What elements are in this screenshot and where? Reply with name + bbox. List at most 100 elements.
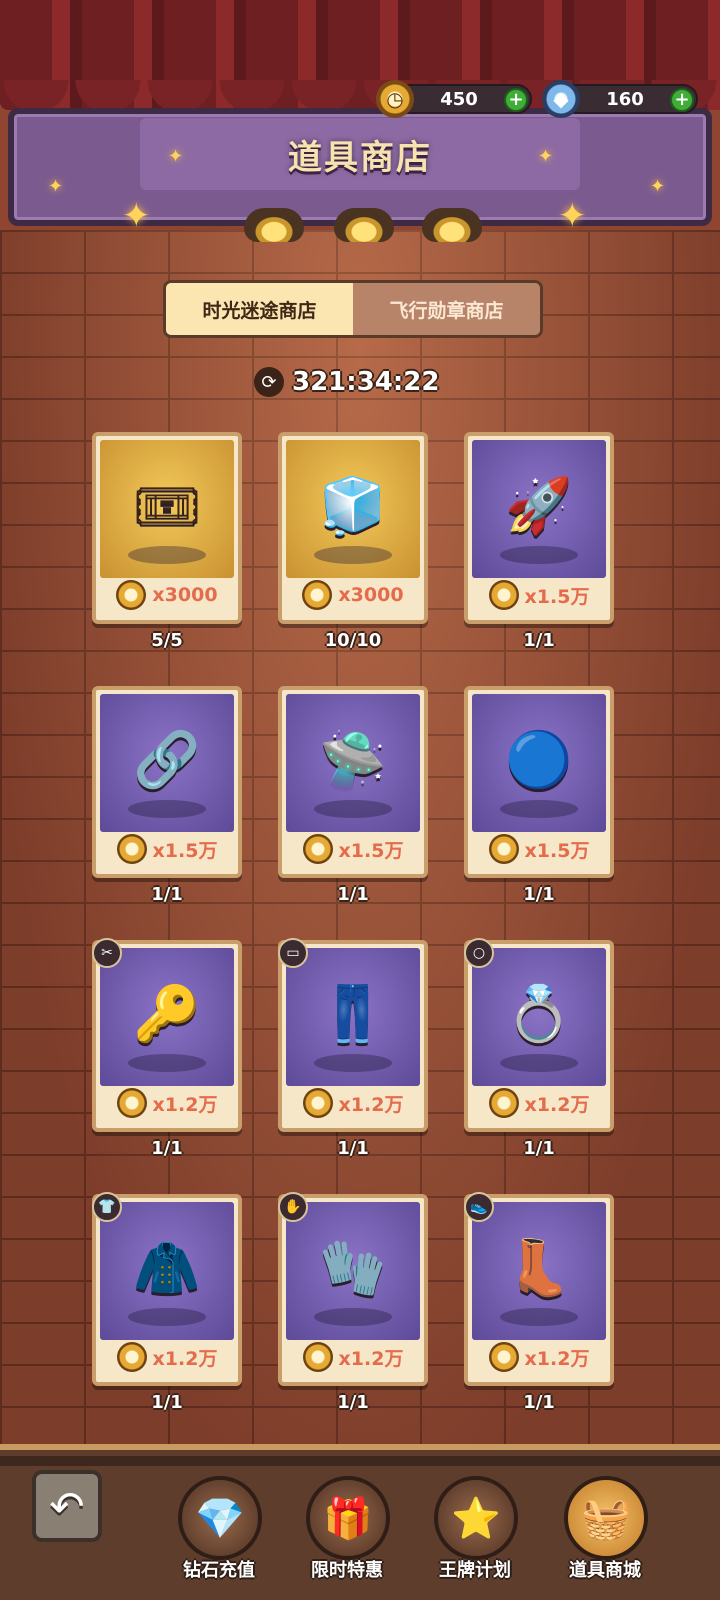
stopwatch-coin-icon (488, 1342, 519, 1372)
stopwatch-coin-icon (116, 1088, 147, 1118)
add-coins-button[interactable]: + (504, 88, 528, 112)
item-price: x1.5万 (286, 828, 420, 870)
stock-count: 1/1 (523, 884, 555, 905)
item-card: 👖 x1.2万 (278, 940, 428, 1132)
item-card: 🔗 x1.5万 (92, 686, 242, 878)
nav-ace-plan[interactable]: ⭐ 王牌计划 (420, 1476, 530, 1594)
stopwatch-coin-icon (302, 1088, 333, 1118)
stock-count: 5/5 (151, 630, 183, 651)
stopwatch-coin-icon (488, 1088, 519, 1118)
nav-item-mall[interactable]: 🧺 道具商城 (550, 1476, 660, 1594)
item-image: 🔑 (133, 982, 201, 1045)
nav-diamond-recharge[interactable]: 💎 钻石充值 (164, 1476, 274, 1594)
nav-limited-offer[interactable]: 🎁 限时特惠 (292, 1476, 402, 1594)
item-image: 🧥 (133, 1236, 201, 1299)
item-card: 💍 x1.2万 (464, 940, 614, 1132)
nav-label: 限时特惠 (311, 1560, 383, 1581)
price-value: x1.2万 (338, 1093, 404, 1116)
stopwatch-coin-icon (302, 834, 333, 864)
item-price: x1.2万 (472, 1336, 606, 1378)
stock-count: 1/1 (337, 1392, 369, 1413)
shop-tabs: 时光迷途商店 飞行勋章商店 (163, 280, 543, 338)
stock-count: 1/1 (151, 1392, 183, 1413)
item-price: x1.5万 (100, 828, 234, 870)
gem-amount: 160 (606, 89, 644, 110)
tab-time-shop[interactable]: 时光迷途商店 (166, 283, 353, 335)
stock-count: 1/1 (523, 1138, 555, 1159)
item-image: 🛸 (319, 728, 387, 791)
shop-item-golden-pants[interactable]: 👖 x1.2万 ▭ 1/1 (278, 938, 428, 1170)
nav-label: 道具商城 (569, 1560, 641, 1581)
star-badge-icon: ⭐ (434, 1476, 518, 1560)
stopwatch-coin-icon (488, 834, 519, 864)
back-button[interactable]: ↶ (32, 1470, 102, 1542)
shop-item-engine-part[interactable]: 🛸 x1.5万 1/1 (278, 686, 428, 916)
stopwatch-coin-icon: ◷ (376, 80, 414, 118)
diamond-chest-icon: 💎 (178, 1476, 262, 1560)
price-value: x1.2万 (338, 1347, 404, 1370)
item-image: 🧤 (319, 1236, 387, 1299)
price-value: x3000 (152, 584, 218, 606)
nav-label: 王牌计划 (439, 1560, 511, 1581)
tab-medal-shop[interactable]: 飞行勋章商店 (353, 283, 540, 335)
star-decoration-icon: ✦ (650, 176, 666, 197)
stock-count: 1/1 (337, 1138, 369, 1159)
stopwatch-coin-icon (302, 1342, 333, 1372)
item-price: x1.2万 (286, 1336, 420, 1378)
stopwatch-coin-icon (488, 580, 519, 610)
item-image: 💍 (505, 982, 573, 1045)
item-card: 🎟 x3000 (92, 432, 242, 624)
price-value: x1.5万 (338, 839, 404, 862)
item-image: 👢 (505, 1236, 573, 1299)
diamond-icon: ◆ (542, 80, 580, 118)
item-card: 🔵 x1.5万 (464, 686, 614, 878)
price-value: x1.2万 (152, 1347, 218, 1370)
price-value: x1.5万 (524, 839, 590, 862)
stock-count: 1/1 (523, 630, 555, 651)
shop-item-gem-scepter[interactable]: 🔑 x1.2万 ✂ 1/1 (92, 938, 242, 1170)
shop-item-sphere-part[interactable]: 🔵 x1.5万 1/1 (464, 686, 614, 916)
item-price: x1.2万 (100, 1082, 234, 1124)
stage-lamp (422, 208, 482, 242)
equipment-slot-icon: 👕 (92, 1192, 122, 1222)
coin-balance: ◷ 450 + (376, 80, 532, 118)
price-value: x3000 (338, 584, 404, 606)
item-price: x1.2万 (286, 1082, 420, 1124)
equipment-slot-icon: ○ (464, 938, 494, 968)
item-price: x3000 (286, 574, 420, 616)
shop-item-diamond-ring[interactable]: 💍 x1.2万 ○ 1/1 (464, 938, 614, 1170)
page-title: 道具商店 (288, 138, 432, 178)
price-value: x1.2万 (524, 1093, 590, 1116)
equipment-slot-icon: 👟 (464, 1192, 494, 1222)
refresh-icon: ⟳ (254, 367, 284, 397)
shop-item-glove[interactable]: 🧤 x1.2万 ✋ 1/1 (278, 1192, 428, 1424)
stage-lamp (334, 208, 394, 242)
item-price: x1.2万 (100, 1336, 234, 1378)
stage-lamp (244, 208, 304, 242)
gem-balance: ◆ 160 + (542, 80, 698, 118)
shop-item-gold-cube[interactable]: 🧊 x3000 10/10 (278, 432, 428, 662)
item-price: x3000 (100, 574, 234, 616)
equipment-slot-icon: ✂ (92, 938, 122, 968)
star-decoration-icon: ✦ (538, 146, 554, 167)
shop-item-winged-boots[interactable]: 👢 x1.2万 👟 1/1 (464, 1192, 614, 1424)
stopwatch-coin-icon (116, 1342, 147, 1372)
item-image: 🎟 (132, 474, 202, 537)
star-decoration-icon: ✦ (558, 196, 587, 236)
add-gems-button[interactable]: + (670, 88, 694, 112)
stock-count: 10/10 (324, 630, 382, 651)
item-price: x1.5万 (472, 828, 606, 870)
item-image: 🔗 (133, 728, 201, 791)
item-card: 🧥 x1.2万 (92, 1194, 242, 1386)
shop-item-ring-part[interactable]: 🔗 x1.5万 1/1 (92, 686, 242, 916)
shop-item-ticket[interactable]: 🎟 x3000 5/5 (92, 432, 242, 662)
price-value: x1.2万 (152, 1093, 218, 1116)
star-decoration-icon: ✦ (48, 176, 64, 197)
shop-item-jacket[interactable]: 🧥 x1.2万 👕 1/1 (92, 1192, 242, 1424)
stopwatch-coin-icon (116, 834, 147, 864)
shop-item-rocket-part[interactable]: 🚀 x1.5万 1/1 (464, 432, 614, 662)
price-value: x1.5万 (524, 585, 590, 608)
item-card: 👢 x1.2万 (464, 1194, 614, 1386)
back-arrow-icon: ↶ (49, 1481, 85, 1531)
item-price: x1.2万 (472, 1082, 606, 1124)
